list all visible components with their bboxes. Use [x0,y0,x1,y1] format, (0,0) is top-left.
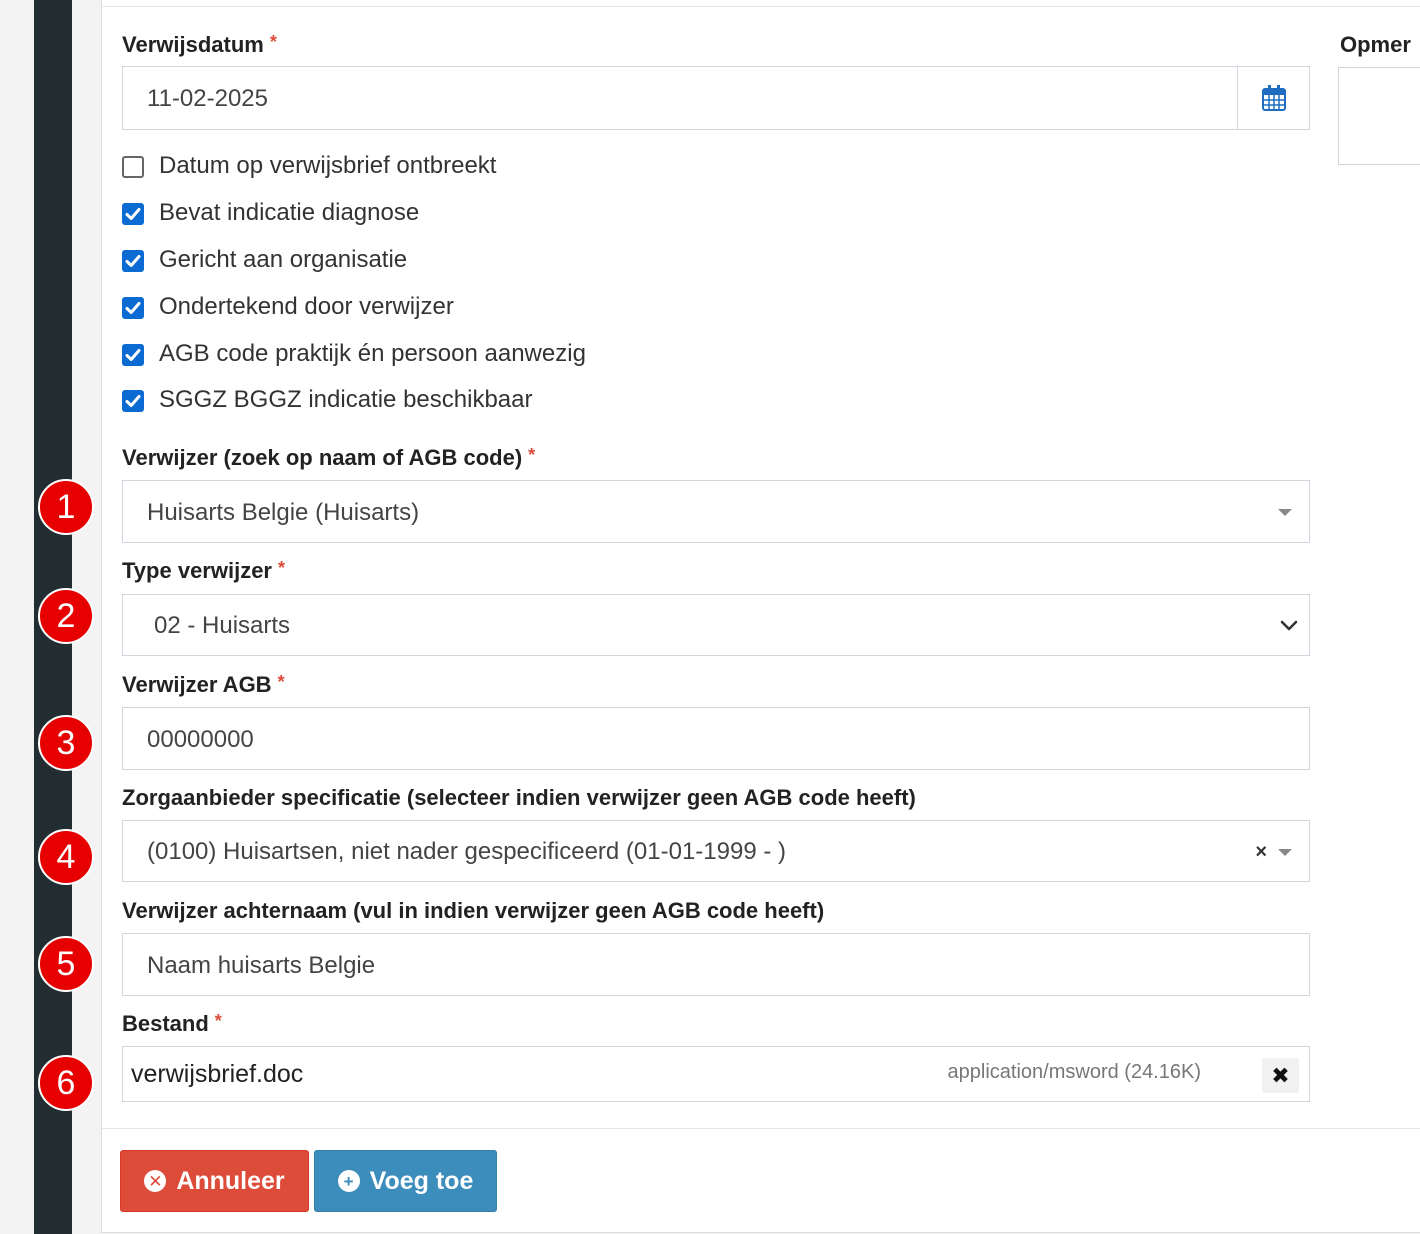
verwijzer-label: Verwijzer (zoek op naam of AGB code) * [122,445,535,471]
checkmark-icon [125,349,141,361]
checkbox-gericht-aan-organisatie[interactable] [122,250,144,272]
checkmark-icon [125,208,141,220]
checkbox-indicatie-diagnose[interactable] [122,203,144,225]
required-marker: * [269,32,277,52]
verwijzer-agb-label: Verwijzer AGB * [122,672,285,698]
add-button[interactable]: + Voeg toe [314,1150,497,1212]
checkbox-sggz-bggz[interactable] [122,390,144,412]
required-marker: * [528,445,536,465]
zorgaanbieder-value: (0100) Huisartsen, niet nader gespecific… [147,838,787,865]
verwijzer-value: Huisarts Belgie (Huisarts) [147,499,420,526]
zorgaanbieder-select[interactable]: (0100) Huisartsen, niet nader gespecific… [122,820,1310,882]
achternaam-input[interactable]: Naam huisarts Belgie [122,933,1310,996]
required-marker: * [277,672,285,692]
top-divider [102,6,1420,7]
remove-file-button[interactable]: ✖ [1262,1058,1299,1093]
type-verwijzer-label-text: Type verwijzer [122,558,272,583]
plus-circle-icon: + [337,1170,360,1192]
verwijsdatum-label-text: Verwijsdatum [122,32,264,57]
verwijzer-select[interactable]: Huisarts Belgie (Huisarts) [122,480,1310,543]
verwijsdatum-input[interactable]: 11-02-2025 [122,66,1310,130]
annotation-badge-5: 5 [38,936,94,992]
checkbox-agb-code-aanwezig[interactable] [122,344,144,366]
form-panel: Verwijsdatum * 11-02-2025 Datum op verwij… [101,0,1420,1233]
times-circle-icon: ✕ [144,1170,167,1192]
verwijzer-agb-value: 00000000 [147,726,254,753]
file-meta: application/msword (24.16K) [947,1061,1201,1083]
chevron-down-icon [1280,620,1298,631]
checkbox-indicatie-diagnose-label: Bevat indicatie diagnose [159,199,420,226]
close-icon: ✖ [1271,1062,1290,1088]
checkmark-icon [125,395,141,407]
verwijzer-agb-label-text: Verwijzer AGB [122,672,272,697]
file-name: verwijsbrief.doc [131,1060,304,1088]
caret-down-icon [1278,849,1292,856]
type-verwijzer-label: Type verwijzer * [122,558,285,584]
type-verwijzer-value: 02 - Huisarts [154,612,291,639]
annotation-badge-3: 3 [38,715,94,771]
bestand-label-text: Bestand [122,1011,209,1036]
caret-down-icon [1278,509,1292,516]
required-marker: * [278,558,286,578]
checkmark-icon [125,255,141,267]
verwijzer-label-text: Verwijzer (zoek op naam of AGB code) [122,445,523,470]
opmerking-label: Opmer [1340,32,1411,57]
verwijsdatum-value: 11-02-2025 [147,85,268,112]
verwijsdatum-label: Verwijsdatum * [122,32,277,58]
checkbox-ondertekend[interactable] [122,297,144,319]
annotation-badge-6: 6 [38,1055,94,1111]
annotation-badge-1: 1 [38,479,94,535]
achternaam-value: Naam huisarts Belgie [147,952,376,979]
opmerking-textarea[interactable] [1338,67,1420,165]
checkbox-agb-code-aanwezig-label: AGB code praktijk én persoon aanwezig [159,340,586,367]
achternaam-label: Verwijzer achternaam (vul in indien verw… [122,898,825,923]
zorgaanbieder-label: Zorgaanbieder specificatie (selecteer in… [122,785,916,810]
add-button-label: Voeg toe [369,1166,474,1195]
cancel-button-label: Annuleer [176,1166,285,1195]
bestand-label: Bestand * [122,1011,222,1037]
footer-divider [102,1128,1420,1129]
verwijzer-agb-input[interactable]: 00000000 [122,707,1310,770]
checkmark-icon [125,302,141,314]
checkbox-gericht-aan-organisatie-label: Gericht aan organisatie [159,246,408,273]
annotation-badge-4: 4 [38,829,94,885]
date-picker-button[interactable] [1237,67,1309,129]
cancel-button[interactable]: ✕ Annuleer [120,1150,309,1212]
calendar-icon [1261,85,1286,111]
checkbox-ondertekend-label: Ondertekend door verwijzer [159,293,454,320]
type-verwijzer-select[interactable]: 02 - Huisarts [122,594,1310,656]
checkbox-sggz-bggz-label: SGGZ BGGZ indicatie beschikbaar [159,386,533,413]
annotation-badge-2: 2 [38,588,94,644]
checkbox-datum-ontbreekt[interactable] [122,156,144,178]
clear-selection-icon[interactable]: × [1255,821,1267,883]
required-marker: * [214,1011,222,1031]
file-upload-field[interactable]: verwijsbrief.doc application/msword (24.… [122,1046,1310,1102]
checkbox-datum-ontbreekt-label: Datum op verwijsbrief ontbreekt [159,152,497,179]
